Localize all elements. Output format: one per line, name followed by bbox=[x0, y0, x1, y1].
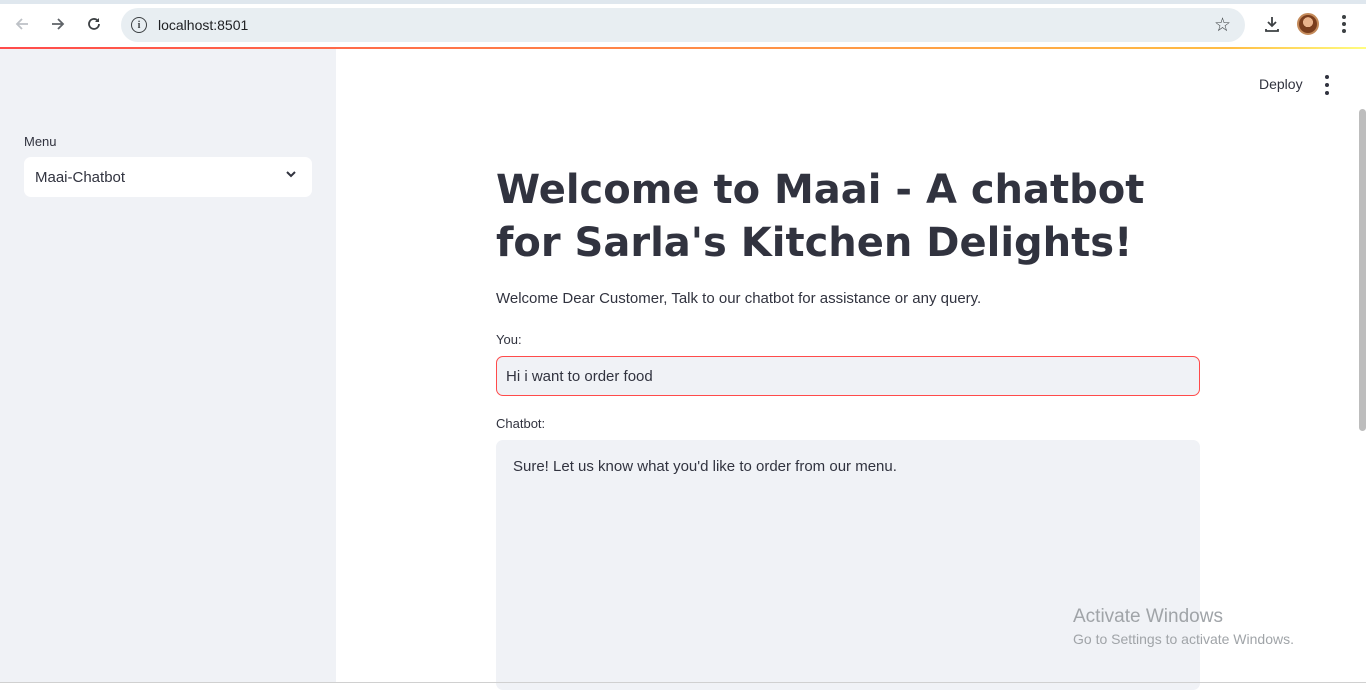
sidebar: Menu Maai-Chatbot bbox=[0, 49, 336, 683]
tab-strip bbox=[0, 0, 1366, 4]
menu-label: Menu bbox=[24, 134, 57, 149]
back-icon[interactable] bbox=[8, 10, 36, 38]
forward-icon[interactable] bbox=[44, 10, 72, 38]
bookmark-star-icon[interactable]: ☆ bbox=[1214, 14, 1231, 36]
reload-icon[interactable] bbox=[80, 10, 108, 38]
you-label: You: bbox=[496, 332, 522, 347]
chatbot-response-area[interactable]: Sure! Let us know what you'd like to ord… bbox=[496, 440, 1200, 690]
profile-avatar[interactable] bbox=[1295, 10, 1321, 38]
address-bar[interactable]: i localhost:8501 ☆ bbox=[121, 8, 1245, 42]
chatbot-label: Chatbot: bbox=[496, 416, 545, 431]
app-menu-icon[interactable] bbox=[1319, 75, 1335, 95]
site-info-icon[interactable]: i bbox=[131, 17, 147, 33]
url-text: localhost:8501 bbox=[158, 17, 248, 33]
windows-activation-watermark: Activate Windows Go to Settings to activ… bbox=[1073, 606, 1294, 647]
browser-toolbar: i localhost:8501 ☆ bbox=[0, 0, 1366, 49]
watermark-title: Activate Windows bbox=[1073, 606, 1294, 628]
deploy-button[interactable]: Deploy bbox=[1259, 76, 1303, 92]
chrome-menu-icon[interactable] bbox=[1331, 10, 1357, 38]
watermark-subtitle: Go to Settings to activate Windows. bbox=[1073, 631, 1294, 647]
user-message-input[interactable] bbox=[496, 356, 1200, 396]
main-content: Deploy Welcome to Maai - A chatbot for S… bbox=[336, 49, 1366, 683]
chevron-down-icon bbox=[284, 167, 298, 181]
scrollbar[interactable] bbox=[1359, 109, 1366, 431]
chatbot-reply-text: Sure! Let us know what you'd like to ord… bbox=[513, 458, 897, 475]
menu-select-value: Maai-Chatbot bbox=[35, 169, 125, 186]
page-subtitle: Welcome Dear Customer, Talk to our chatb… bbox=[496, 290, 981, 307]
menu-select[interactable]: Maai-Chatbot bbox=[24, 157, 312, 197]
page-title: Welcome to Maai - A chatbot for Sarla's … bbox=[496, 164, 1156, 270]
download-icon[interactable] bbox=[1259, 10, 1285, 38]
